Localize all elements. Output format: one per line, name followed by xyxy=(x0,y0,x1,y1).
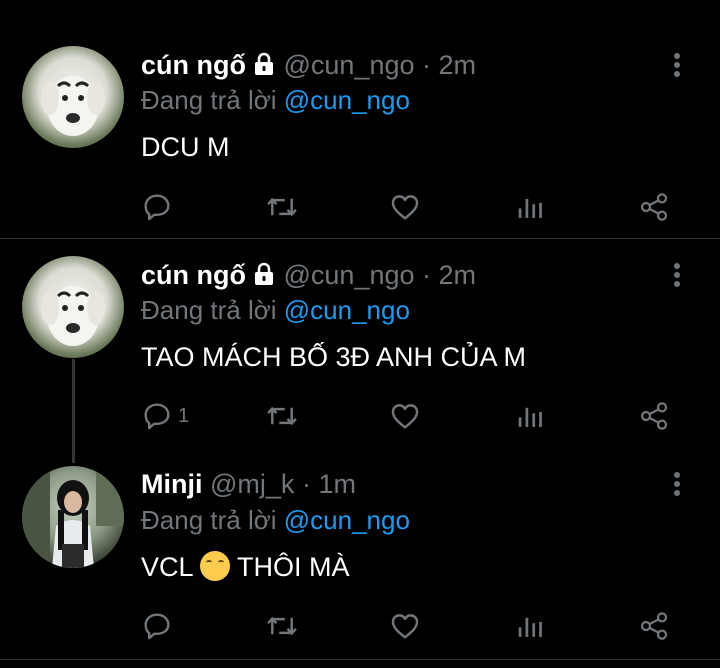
lock-icon xyxy=(252,261,276,293)
tweet-text-before: VCL xyxy=(141,552,201,582)
replying-to: Đang trả lời @cun_ngo xyxy=(141,84,410,116)
tweet-text: TAO MÁCH BỐ 3Đ ANH CỦA M xyxy=(141,342,527,372)
share-icon xyxy=(640,612,668,640)
display-name[interactable]: Minji xyxy=(141,469,203,499)
timestamp[interactable]: 2m xyxy=(439,50,477,80)
dog-avatar-image xyxy=(41,286,105,346)
replying-to: Đang trả lời @cun_ngo xyxy=(141,504,410,536)
share-button[interactable] xyxy=(638,606,670,646)
reply-mention[interactable]: @cun_ngo xyxy=(284,505,410,535)
reply-mention[interactable]: @cun_ngo xyxy=(284,295,410,325)
replying-to-label: Đang trả lời xyxy=(141,505,284,535)
user-handle[interactable]: @mj_k xyxy=(210,469,294,499)
more-icon[interactable] xyxy=(667,469,687,499)
reply-mention[interactable]: @cun_ngo xyxy=(284,85,410,115)
replying-to: Đang trả lời @cun_ngo xyxy=(141,294,410,326)
reply-button[interactable]: 1 xyxy=(140,396,189,436)
like-icon xyxy=(391,404,419,429)
tweet-text: VCL THÔI MÀ xyxy=(141,551,350,583)
timestamp[interactable]: 1m xyxy=(318,469,356,499)
views-button[interactable] xyxy=(516,187,546,227)
like-icon xyxy=(391,614,419,639)
views-button[interactable] xyxy=(516,606,546,646)
retweet-button[interactable] xyxy=(264,396,300,436)
separator: · xyxy=(414,260,439,290)
more-icon[interactable] xyxy=(667,260,687,290)
tweet-header: cún ngố @cun_ngo · 2m xyxy=(141,259,476,293)
share-icon xyxy=(640,193,668,221)
divider xyxy=(0,238,720,239)
reply-button[interactable] xyxy=(140,606,178,646)
reply-icon xyxy=(144,403,170,430)
views-icon xyxy=(518,407,542,427)
retweet-button[interactable] xyxy=(264,187,300,227)
dog-avatar-image xyxy=(41,76,105,136)
avatar[interactable] xyxy=(22,466,124,568)
reply-icon xyxy=(144,613,170,640)
girl-avatar-image xyxy=(22,466,124,568)
reply-icon xyxy=(144,194,170,221)
timestamp[interactable]: 2m xyxy=(439,260,477,290)
replying-to-label: Đang trả lời xyxy=(141,295,284,325)
like-button[interactable] xyxy=(388,606,422,646)
thread-line xyxy=(72,359,75,463)
tweet-header: cún ngố @cun_ngo · 2m xyxy=(141,49,476,83)
more-icon[interactable] xyxy=(667,50,687,80)
replying-to-label: Đang trả lời xyxy=(141,85,284,115)
share-button[interactable] xyxy=(638,187,670,227)
crying-emoji xyxy=(200,551,231,581)
reply-count: 1 xyxy=(178,404,190,427)
action-bar xyxy=(0,606,720,646)
lock-icon xyxy=(252,51,276,83)
reply-button[interactable] xyxy=(140,187,178,227)
share-button[interactable] xyxy=(638,396,670,436)
retweet-icon xyxy=(267,407,297,425)
views-icon xyxy=(518,198,542,218)
tweet-text: DCU M xyxy=(141,132,230,162)
share-icon xyxy=(640,402,668,430)
user-handle[interactable]: @cun_ngo xyxy=(284,260,415,290)
action-bar xyxy=(0,187,720,227)
retweet-button[interactable] xyxy=(264,606,300,646)
retweet-icon xyxy=(267,198,297,216)
tweet-header: Minji @mj_k · 1m xyxy=(141,468,356,500)
user-handle[interactable]: @cun_ngo xyxy=(284,50,415,80)
views-button[interactable] xyxy=(516,396,546,436)
like-button[interactable] xyxy=(388,396,422,436)
avatar[interactable] xyxy=(22,256,124,358)
retweet-icon xyxy=(267,617,297,635)
separator: · xyxy=(414,50,439,80)
display-name[interactable]: cún ngố xyxy=(141,260,246,290)
display-name[interactable]: cún ngố xyxy=(141,50,246,80)
avatar[interactable] xyxy=(22,46,124,148)
action-bar: 1 xyxy=(0,396,720,436)
like-icon xyxy=(391,195,419,220)
separator: · xyxy=(294,469,319,499)
tweet-text-after: THÔI MÀ xyxy=(230,552,350,582)
like-button[interactable] xyxy=(388,187,422,227)
divider xyxy=(0,659,720,660)
views-icon xyxy=(518,617,542,637)
